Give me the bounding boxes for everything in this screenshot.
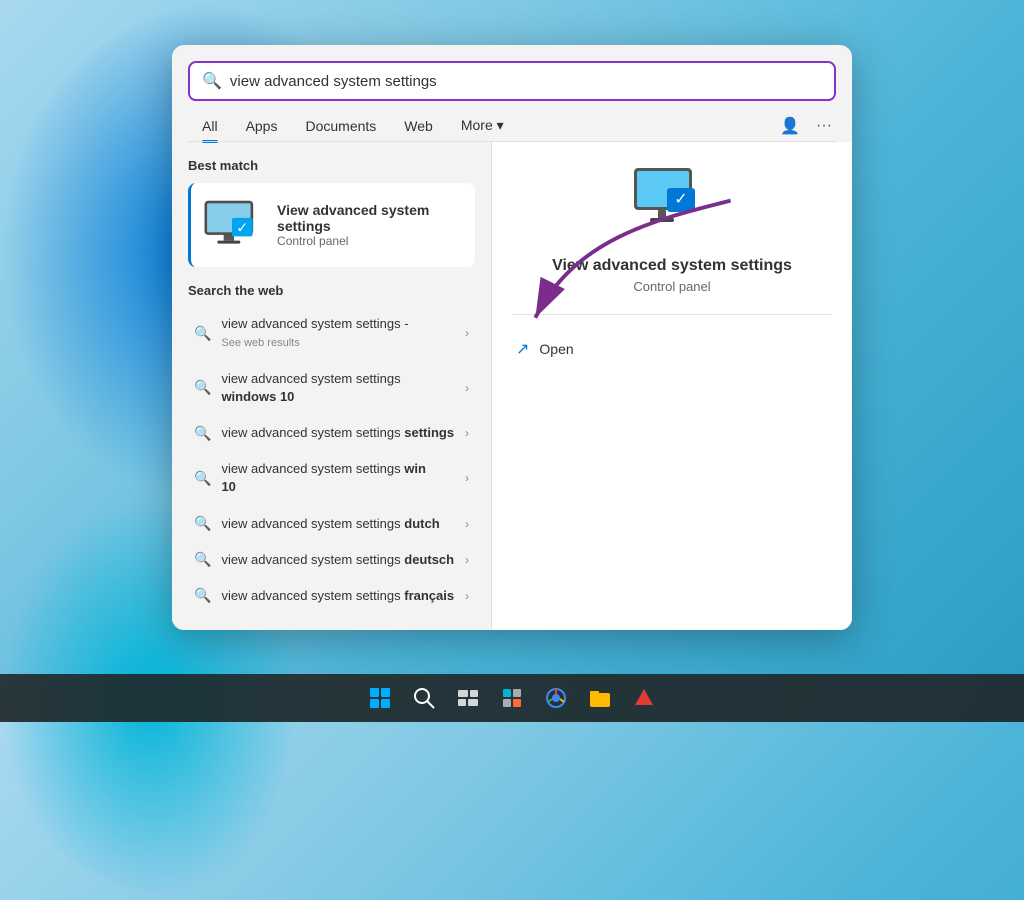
- open-icon: ↗: [516, 339, 529, 359]
- tab-apps[interactable]: Apps: [232, 110, 292, 142]
- chevron-right-icon: ›: [465, 517, 469, 531]
- taskbar-windows-icon[interactable]: [362, 680, 398, 716]
- list-item[interactable]: 🔍 view advanced system settings français…: [188, 578, 475, 614]
- list-item[interactable]: 🔍 view advanced system settings windows …: [188, 361, 475, 415]
- chevron-right-icon: ›: [465, 426, 469, 440]
- open-label: Open: [539, 341, 573, 357]
- web-search-title: Search the web: [188, 283, 475, 298]
- chevron-right-icon: ›: [465, 471, 469, 485]
- chevron-right-icon: ›: [465, 553, 469, 567]
- search-window: 🔍 All Apps Documents Web More ▾ 👤 ··· Be…: [172, 45, 852, 630]
- right-panel-title: View advanced system settings: [552, 257, 792, 275]
- tab-all[interactable]: All: [188, 110, 232, 142]
- web-item-text: view advanced system settings settings: [221, 424, 455, 442]
- web-item-text: view advanced system settings -See web r…: [221, 315, 455, 352]
- right-panel-subtitle: Control panel: [633, 279, 710, 294]
- search-icon: 🔍: [194, 379, 211, 396]
- search-icon: 🔍: [194, 325, 211, 342]
- taskbar-store-icon[interactable]: [626, 680, 662, 716]
- web-item-text: view advanced system settings windows 10: [221, 370, 455, 406]
- web-item-text: view advanced system settings dutch: [221, 515, 455, 533]
- list-item[interactable]: 🔍 view advanced system settings win10 ›: [188, 451, 475, 505]
- taskbar-chrome-icon[interactable]: [538, 680, 574, 716]
- search-icon: 🔍: [194, 470, 211, 487]
- more-options-icon[interactable]: ···: [812, 113, 836, 139]
- taskbar-taskview-icon[interactable]: [450, 680, 486, 716]
- monitor-icon: ✓: [203, 195, 265, 255]
- web-item-text: view advanced system settings deutsch: [221, 551, 455, 569]
- chevron-right-icon: ›: [465, 381, 469, 395]
- list-item[interactable]: 🔍 view advanced system settings -See web…: [188, 306, 475, 361]
- best-match-item[interactable]: ✓ View advanced system settings Control …: [188, 183, 475, 267]
- search-input[interactable]: [230, 73, 822, 90]
- content-area: Best match ✓ View advanced system settin…: [172, 142, 852, 630]
- best-match-item-subtitle: Control panel: [277, 234, 463, 248]
- list-item[interactable]: 🔍 view advanced system settings deutsch …: [188, 542, 475, 578]
- search-icon: 🔍: [194, 515, 211, 532]
- best-match-item-title: View advanced system settings: [277, 202, 463, 234]
- chevron-right-icon: ›: [465, 326, 469, 340]
- tabs-right: 👤 ···: [776, 112, 836, 140]
- web-item-text: view advanced system settings win10: [221, 460, 455, 496]
- open-action[interactable]: ↗ Open: [512, 331, 832, 367]
- taskbar: [0, 674, 1024, 722]
- search-icon: 🔍: [194, 551, 211, 568]
- person-icon[interactable]: 👤: [776, 112, 804, 140]
- svg-text:✓: ✓: [236, 220, 248, 236]
- tabs-area: All Apps Documents Web More ▾ 👤 ···: [172, 101, 852, 142]
- taskbar-search-icon[interactable]: [406, 680, 442, 716]
- search-icon: 🔍: [194, 425, 211, 442]
- search-icon: 🔍: [194, 588, 211, 605]
- right-panel: ✓ View advanced system settings Control …: [492, 142, 852, 630]
- left-panel: Best match ✓ View advanced system settin…: [172, 142, 492, 630]
- right-panel-app-icon: ✓: [632, 166, 712, 241]
- chevron-right-icon: ›: [465, 589, 469, 603]
- search-icon: 🔍: [202, 71, 222, 91]
- best-match-title: Best match: [188, 158, 475, 173]
- tab-web[interactable]: Web: [390, 110, 447, 142]
- list-item[interactable]: 🔍 view advanced system settings dutch ›: [188, 506, 475, 542]
- right-panel-divider: [512, 314, 832, 315]
- search-input-wrapper[interactable]: 🔍: [188, 61, 836, 101]
- search-bar-area: 🔍: [172, 45, 852, 101]
- tab-documents[interactable]: Documents: [291, 110, 390, 142]
- list-item[interactable]: 🔍 view advanced system settings settings…: [188, 415, 475, 451]
- svg-text:✓: ✓: [674, 191, 687, 208]
- tab-more[interactable]: More ▾: [447, 109, 518, 142]
- web-item-text: view advanced system settings français: [221, 587, 455, 605]
- taskbar-widgets-icon[interactable]: [494, 680, 530, 716]
- best-match-info: View advanced system settings Control pa…: [277, 202, 463, 248]
- taskbar-fileexplorer-icon[interactable]: [582, 680, 618, 716]
